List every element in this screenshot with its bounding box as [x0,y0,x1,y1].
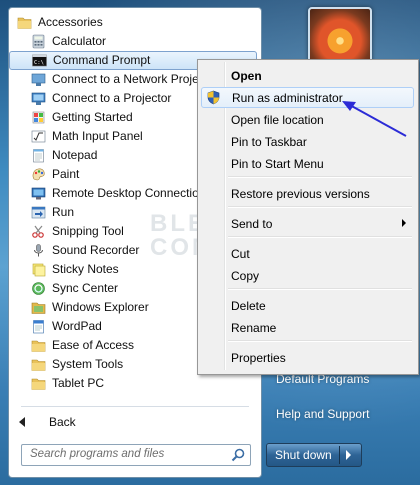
annotation-arrow-icon [342,101,407,137]
menu-item-rename[interactable]: Rename [201,317,414,338]
network-projector-icon [31,72,46,87]
program-label: Connect to a Network Projector [52,72,219,86]
menu-separator [228,340,412,342]
menu-item-properties[interactable]: Properties [201,347,414,368]
wordpad-icon [31,319,46,334]
program-label: Connect to a Projector [52,91,172,105]
remote-desktop-icon [31,186,46,201]
program-label: Sticky Notes [52,262,119,276]
math-input-icon [31,129,46,144]
program-label: Calculator [52,34,107,48]
back-label: Back [49,415,76,429]
shutdown-divider [339,446,340,464]
shutdown-button[interactable]: Shut down [266,443,362,467]
programs-separator [21,406,249,407]
folder-icon [31,338,46,353]
search-placeholder: Search programs and files [30,448,165,460]
folder-icon [17,15,32,30]
menu-item-label: Pin to Taskbar [231,135,307,149]
program-label: Tablet PC [52,376,105,390]
sticky-notes-icon [31,262,46,277]
snipping-tool-icon [31,224,46,239]
getting-started-icon [31,110,46,125]
program-folder-item[interactable]: Accessories [9,13,261,32]
menu-item-label: Cut [231,247,250,261]
uac-shield-icon [207,90,220,105]
shutdown-label: Shut down [275,448,332,462]
microphone-icon [31,243,46,258]
sync-icon [31,281,46,296]
program-label: Run [52,205,75,219]
program-label: Accessories [38,15,103,29]
program-label: Command Prompt [53,53,151,67]
command-prompt-icon: C:\ [32,53,47,68]
menu-separator [228,176,412,178]
folder-explorer-icon [31,300,46,315]
search-input[interactable]: Search programs and files [21,444,251,466]
program-label: Snipping Tool [52,224,124,238]
menu-item-copy[interactable]: Copy [201,265,414,286]
help-support-link[interactable]: Help and Support [276,407,369,421]
menu-item-label: Open [231,69,262,83]
menu-item-label: Restore previous versions [231,187,370,201]
program-label: Sync Center [52,281,119,295]
program-label: Paint [52,167,80,181]
menu-item-label: Delete [231,299,266,313]
run-icon [31,205,46,220]
program-label: System Tools [52,357,124,371]
program-label: Ease of Access [52,338,135,352]
back-arrow-icon [19,417,25,427]
menu-item-label: Run as administrator [232,91,343,105]
projector-icon [31,91,46,106]
shutdown-options-arrow-icon[interactable] [346,450,351,460]
menu-item-cut[interactable]: Cut [201,243,414,264]
calculator-icon [31,34,46,49]
svg-text:C:\: C:\ [34,60,44,66]
program-folder-item[interactable]: Tablet PC [9,374,261,393]
menu-item-label: Properties [231,351,286,365]
submenu-arrow-icon [402,219,406,227]
menu-item-label: Send to [231,217,273,231]
menu-item-label: Rename [231,321,277,335]
folder-icon [31,376,46,391]
back-button[interactable]: Back [9,412,261,432]
search-icon[interactable] [230,447,246,463]
menu-item-label: Pin to Start Menu [231,157,324,171]
program-label: Notepad [52,148,98,162]
program-label: Sound Recorder [52,243,140,257]
menu-separator [228,236,412,238]
menu-item-delete[interactable]: Delete [201,295,414,316]
menu-item-open[interactable]: Open [201,65,414,86]
menu-item-label: Open file location [231,113,324,127]
menu-item-pin-to-start-menu[interactable]: Pin to Start Menu [201,153,414,174]
menu-separator [228,206,412,208]
program-list-item[interactable]: Calculator [9,32,261,51]
program-label: Remote Desktop Connection [52,186,206,200]
program-label: Windows Explorer [52,300,149,314]
notepad-icon [31,148,46,163]
program-label: WordPad [52,319,102,333]
menu-separator [228,288,412,290]
folder-icon [31,357,46,372]
program-label: Math Input Panel [52,129,143,143]
menu-item-send-to[interactable]: Send to [201,213,414,234]
program-label: Getting Started [52,110,133,124]
menu-item-restore-previous-versions[interactable]: Restore previous versions [201,183,414,204]
menu-item-label: Copy [231,269,260,283]
paint-icon [31,167,46,182]
